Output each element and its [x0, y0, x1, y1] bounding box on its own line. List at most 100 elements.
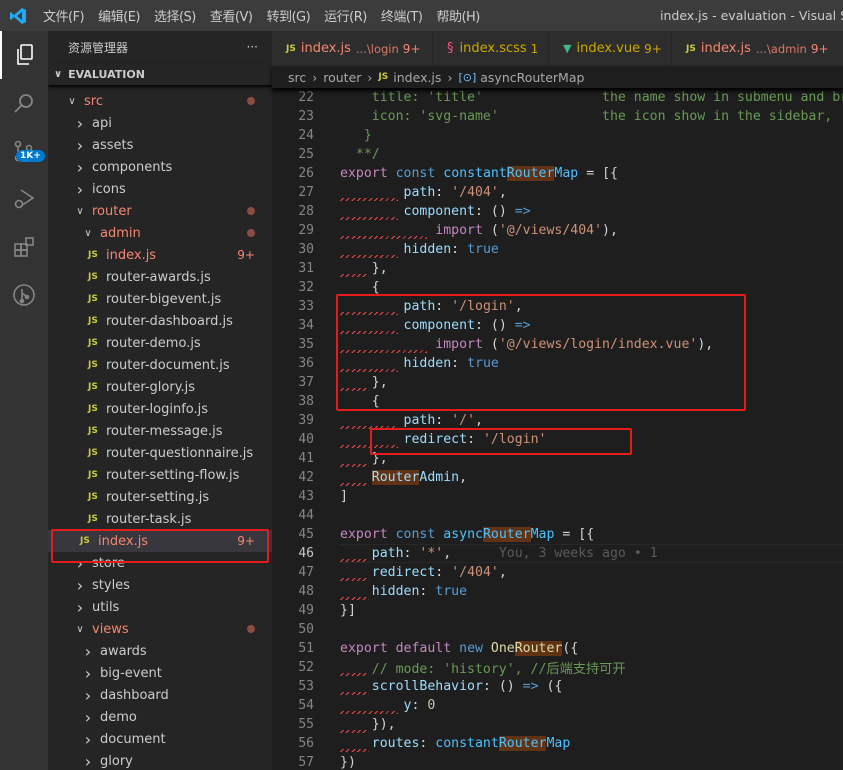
menu-view[interactable]: 查看(V) [203, 6, 260, 25]
explorer-title: 资源管理器 [68, 40, 129, 55]
breadcrumb-file[interactable]: index.js [393, 70, 441, 85]
code-text: **/ [340, 147, 380, 162]
js-file-icon: JS [88, 250, 98, 260]
line-number: 28 [298, 204, 314, 219]
chevron-right-icon: › [84, 641, 92, 661]
modified-dot-icon [247, 97, 255, 105]
tree-item-router-message-js[interactable]: JS router-message.js [48, 420, 272, 442]
tree-item-label: index.js [106, 247, 157, 263]
menu-file[interactable]: 文件(F) [36, 6, 91, 25]
tree-item-api[interactable]: › api [48, 112, 272, 134]
search-icon[interactable] [0, 79, 48, 127]
tab-problem-count: 9+ [402, 41, 421, 56]
chevron-right-icon: › [367, 69, 373, 85]
lint-error-squiggle [340, 578, 370, 581]
tree-item-router-setting-js[interactable]: JS router-setting.js [48, 486, 272, 508]
workspace-section-header[interactable]: ∨ EVALUATION [48, 63, 272, 85]
tree-item-router-loginfo-js[interactable]: JS router-loginfo.js [48, 398, 272, 420]
tree-item-label: document [100, 731, 166, 747]
code-text: }] [340, 603, 356, 618]
code-line: 49}] [272, 601, 843, 620]
tree-item-icons[interactable]: › icons [48, 178, 272, 200]
tree-item-router-task-js[interactable]: JS router-task.js [48, 508, 272, 530]
line-number: 40 [298, 432, 314, 447]
menu-edit[interactable]: 编辑(E) [91, 6, 147, 25]
tree-item-label: assets [92, 137, 134, 153]
code-text: { [371, 280, 380, 295]
tree-item-router-document-js[interactable]: JS router-document.js [48, 354, 272, 376]
run-debug-icon[interactable] [0, 175, 48, 223]
tree-item-label: utils [92, 599, 120, 615]
menu-selection[interactable]: 选择(S) [147, 6, 203, 25]
tab-index-js-login[interactable]: JS index.js ...\login 9+ [272, 31, 433, 66]
tab-description: ...\admin [755, 41, 807, 56]
more-actions-button[interactable]: ··· [247, 40, 258, 54]
code-text: // mode: 'history', //后端支持可开 [340, 662, 626, 677]
explorer-sidebar: 资源管理器 ··· ∨ EVALUATION <>index.html1∨src… [48, 31, 272, 770]
chevron-down-icon: ∨ [68, 95, 76, 107]
tab-index-vue[interactable]: ▼ index.vue 9+ [549, 31, 672, 66]
extensions-icon[interactable] [0, 223, 48, 271]
line-number: 44 [298, 508, 314, 523]
tree-item-router-setting-flow-js[interactable]: JS router-setting-flow.js [48, 464, 272, 486]
code-line: 24 } [272, 126, 843, 145]
lint-error-squiggle [340, 464, 370, 467]
tree-item-glory[interactable]: › glory [48, 750, 272, 770]
tree-item-router[interactable]: ∨ router [48, 200, 272, 222]
js-file-icon: JS [88, 426, 98, 436]
tab-index-scss[interactable]: § index.scss 1 [433, 31, 549, 66]
lint-error-squiggle [340, 692, 370, 695]
menu-go[interactable]: 转到(G) [259, 6, 317, 25]
line-number: 29 [298, 223, 314, 238]
tree-item-styles[interactable]: › styles [48, 574, 272, 596]
code-text: icon: 'svg-name' the icon show in the si… [340, 109, 833, 124]
menu-run[interactable]: 运行(R) [317, 6, 374, 25]
lint-error-squiggle [340, 711, 399, 714]
tree-item-router-questionnaire-js[interactable]: JS router-questionnaire.js [48, 442, 272, 464]
tree-item-views[interactable]: ∨ views [48, 618, 272, 640]
tree-item-big-event[interactable]: › big-event [48, 662, 272, 684]
tree-item-router-glory-js[interactable]: JS router-glory.js [48, 376, 272, 398]
tab-index-js-admin[interactable]: JS index.js ...\admin 9+ [672, 31, 843, 66]
code-text: title: 'title' the name show in submenu … [371, 90, 843, 105]
tree-item-dashboard[interactable]: › dashboard [48, 684, 272, 706]
file-tree: <>index.html1∨src›api›assets›components›… [48, 68, 272, 770]
tree-item-label: demo [100, 709, 137, 725]
tree-item-components[interactable]: › components [48, 156, 272, 178]
tree-item-utils[interactable]: › utils [48, 596, 272, 618]
chevron-down-icon: ∨ [54, 68, 63, 80]
chevron-right-icon: › [312, 69, 318, 85]
tree-item-router-bigevent-js[interactable]: JS router-bigevent.js [48, 288, 272, 310]
tree-item-document[interactable]: › document [48, 728, 272, 750]
tree-item-router-demo-js[interactable]: JS router-demo.js [48, 332, 272, 354]
breadcrumb-symbol[interactable]: asyncRouterMap [480, 70, 584, 85]
title-bar: 文件(F) 编辑(E) 选择(S) 查看(V) 转到(G) 运行(R) 终端(T… [0, 0, 843, 31]
tree-item-label: styles [92, 577, 130, 593]
lint-error-squiggle [340, 217, 399, 220]
tree-item-src[interactable]: ∨ src [48, 90, 272, 112]
tree-item-router-awards-js[interactable]: JS router-awards.js [48, 266, 272, 288]
explorer-icon[interactable] [0, 31, 48, 79]
line-number: 32 [298, 280, 314, 295]
tree-item-demo[interactable]: › demo [48, 706, 272, 728]
line-number: 38 [298, 394, 314, 409]
menu-terminal[interactable]: 终端(T) [374, 6, 430, 25]
menu-help[interactable]: 帮助(H) [429, 6, 486, 25]
modified-dot-icon [247, 625, 255, 633]
git-graph-icon[interactable] [0, 271, 48, 319]
breadcrumb-router[interactable]: router [323, 70, 361, 85]
code-line: 57}) [272, 753, 843, 770]
tree-item-awards[interactable]: › awards [48, 640, 272, 662]
vue-file-icon: ▼ [563, 42, 572, 55]
tree-item-assets[interactable]: › assets [48, 134, 272, 156]
line-number: 34 [298, 318, 314, 333]
variable-icon: [⊙] [458, 70, 477, 84]
code-line: 23 icon: 'svg-name' the icon show in the… [272, 107, 843, 126]
line-number: 26 [298, 166, 314, 181]
tree-item-router-dashboard-js[interactable]: JS router-dashboard.js [48, 310, 272, 332]
line-number: 39 [298, 413, 314, 428]
line-number: 27 [298, 185, 314, 200]
tree-item-index-js[interactable]: JS index.js 9+ [48, 244, 272, 266]
tree-item-admin[interactable]: ∨ admin [48, 222, 272, 244]
breadcrumb-src[interactable]: src [288, 70, 306, 85]
